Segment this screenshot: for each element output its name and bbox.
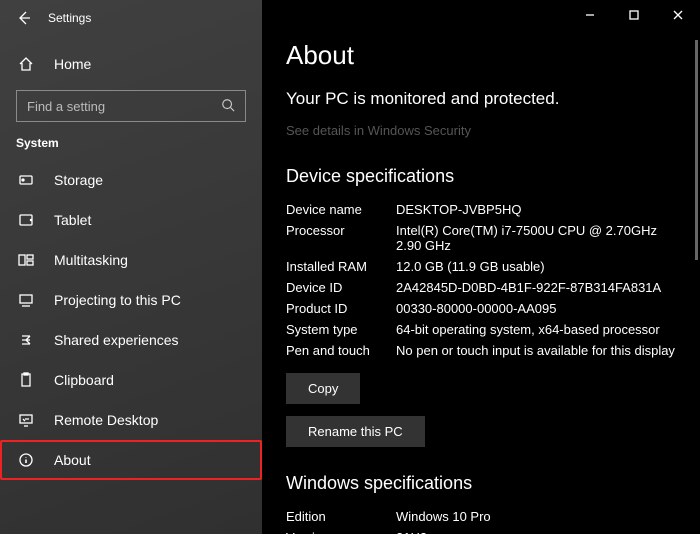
scrollbar[interactable] xyxy=(694,40,698,526)
scrollbar-thumb[interactable] xyxy=(695,40,698,260)
storage-icon xyxy=(16,172,36,188)
app-title: Settings xyxy=(48,11,91,25)
clipboard-icon xyxy=(16,372,36,388)
windows-specs-grid: EditionWindows 10 ProVersion21H2Installe… xyxy=(286,506,676,534)
sidebar-item-clipboard[interactable]: Clipboard xyxy=(0,360,262,400)
spec-value: 00330-80000-00000-AA095 xyxy=(396,301,556,316)
sidebar-item-label: Clipboard xyxy=(54,372,114,388)
maximize-button[interactable] xyxy=(612,0,656,30)
spec-row: Device nameDESKTOP-JVBP5HQ xyxy=(286,199,676,220)
spec-label: System type xyxy=(286,322,396,337)
windows-spec-title: Windows specifications xyxy=(286,473,676,494)
home-icon xyxy=(16,56,36,72)
rename-pc-button[interactable]: Rename this PC xyxy=(286,416,425,447)
sidebar-item-label: Multitasking xyxy=(54,252,128,268)
close-icon xyxy=(673,10,683,20)
remote-icon xyxy=(16,412,36,428)
spec-label: Processor xyxy=(286,223,396,253)
sidebar-item-projecting[interactable]: Projecting to this PC xyxy=(0,280,262,320)
nav-list: Storage Tablet Multitasking Projecting to t… xyxy=(0,160,262,480)
spec-row: Installed RAM12.0 GB (11.9 GB usable) xyxy=(286,256,676,277)
sidebar-item-shared[interactable]: Shared experiences xyxy=(0,320,262,360)
multitasking-icon xyxy=(16,252,36,268)
sidebar-item-label: Shared experiences xyxy=(54,332,179,348)
device-spec-title: Device specifications xyxy=(286,166,676,187)
spec-value: No pen or touch input is available for t… xyxy=(396,343,675,358)
spec-row: Product ID00330-80000-00000-AA095 xyxy=(286,298,676,319)
protection-status: Your PC is monitored and protected. xyxy=(286,89,676,109)
spec-row: EditionWindows 10 Pro xyxy=(286,506,676,527)
device-specs-grid: Device nameDESKTOP-JVBP5HQProcessorIntel… xyxy=(286,199,676,361)
sidebar-item-storage[interactable]: Storage xyxy=(0,160,262,200)
spec-label: Pen and touch xyxy=(286,343,396,358)
page-title: About xyxy=(286,40,676,71)
settings-window: Settings Home Find a setting System Stor… xyxy=(0,0,700,534)
security-link[interactable]: See details in Windows Security xyxy=(286,123,471,138)
spec-row: Device ID2A42845D-D0BD-4B1F-922F-87B314F… xyxy=(286,277,676,298)
spec-value: 2A42845D-D0BD-4B1F-922F-87B314FA831A xyxy=(396,280,661,295)
spec-row: Version21H2 xyxy=(286,527,676,534)
titlebar: Settings xyxy=(0,0,262,36)
caption-buttons xyxy=(568,0,700,30)
spec-label: Device name xyxy=(286,202,396,217)
tablet-icon xyxy=(16,212,36,228)
projecting-icon xyxy=(16,292,36,308)
spec-row: System type64-bit operating system, x64-… xyxy=(286,319,676,340)
spec-value: Intel(R) Core(TM) i7-7500U CPU @ 2.70GHz… xyxy=(396,223,676,253)
spec-row: Pen and touchNo pen or touch input is av… xyxy=(286,340,676,361)
sidebar-item-label: Storage xyxy=(54,172,103,188)
spec-value: DESKTOP-JVBP5HQ xyxy=(396,202,521,217)
copy-button[interactable]: Copy xyxy=(286,373,360,404)
minimize-icon xyxy=(585,10,595,20)
sidebar-item-label: Projecting to this PC xyxy=(54,292,181,308)
spec-value: Windows 10 Pro xyxy=(396,509,491,524)
maximize-icon xyxy=(629,10,639,20)
spec-row: ProcessorIntel(R) Core(TM) i7-7500U CPU … xyxy=(286,220,676,256)
spec-label: Installed RAM xyxy=(286,259,396,274)
sidebar-item-label: Remote Desktop xyxy=(54,412,158,428)
spec-value: 21H2 xyxy=(396,530,427,534)
spec-label: Version xyxy=(286,530,396,534)
sidebar-item-label: About xyxy=(54,452,91,468)
about-icon xyxy=(16,452,36,468)
sidebar-item-about[interactable]: About xyxy=(0,440,262,480)
search-input[interactable]: Find a setting xyxy=(16,90,246,122)
sidebar-item-label: Home xyxy=(54,56,91,72)
search-placeholder: Find a setting xyxy=(27,99,105,114)
spec-value: 12.0 GB (11.9 GB usable) xyxy=(396,259,545,274)
category-label: System xyxy=(0,136,262,160)
search-icon xyxy=(221,98,235,115)
sidebar-item-home[interactable]: Home xyxy=(0,44,262,84)
sidebar-item-remote[interactable]: Remote Desktop xyxy=(0,400,262,440)
spec-value: 64-bit operating system, x64-based proce… xyxy=(396,322,660,337)
sidebar: Settings Home Find a setting System Stor… xyxy=(0,0,262,534)
back-button[interactable] xyxy=(8,2,40,34)
sidebar-item-multitasking[interactable]: Multitasking xyxy=(0,240,262,280)
content-area: About Your PC is monitored and protected… xyxy=(262,0,700,534)
minimize-button[interactable] xyxy=(568,0,612,30)
close-button[interactable] xyxy=(656,0,700,30)
arrow-left-icon xyxy=(16,10,32,26)
sidebar-item-tablet[interactable]: Tablet xyxy=(0,200,262,240)
shared-icon xyxy=(16,332,36,348)
sidebar-item-label: Tablet xyxy=(54,212,91,228)
spec-label: Device ID xyxy=(286,280,396,295)
spec-label: Edition xyxy=(286,509,396,524)
spec-label: Product ID xyxy=(286,301,396,316)
